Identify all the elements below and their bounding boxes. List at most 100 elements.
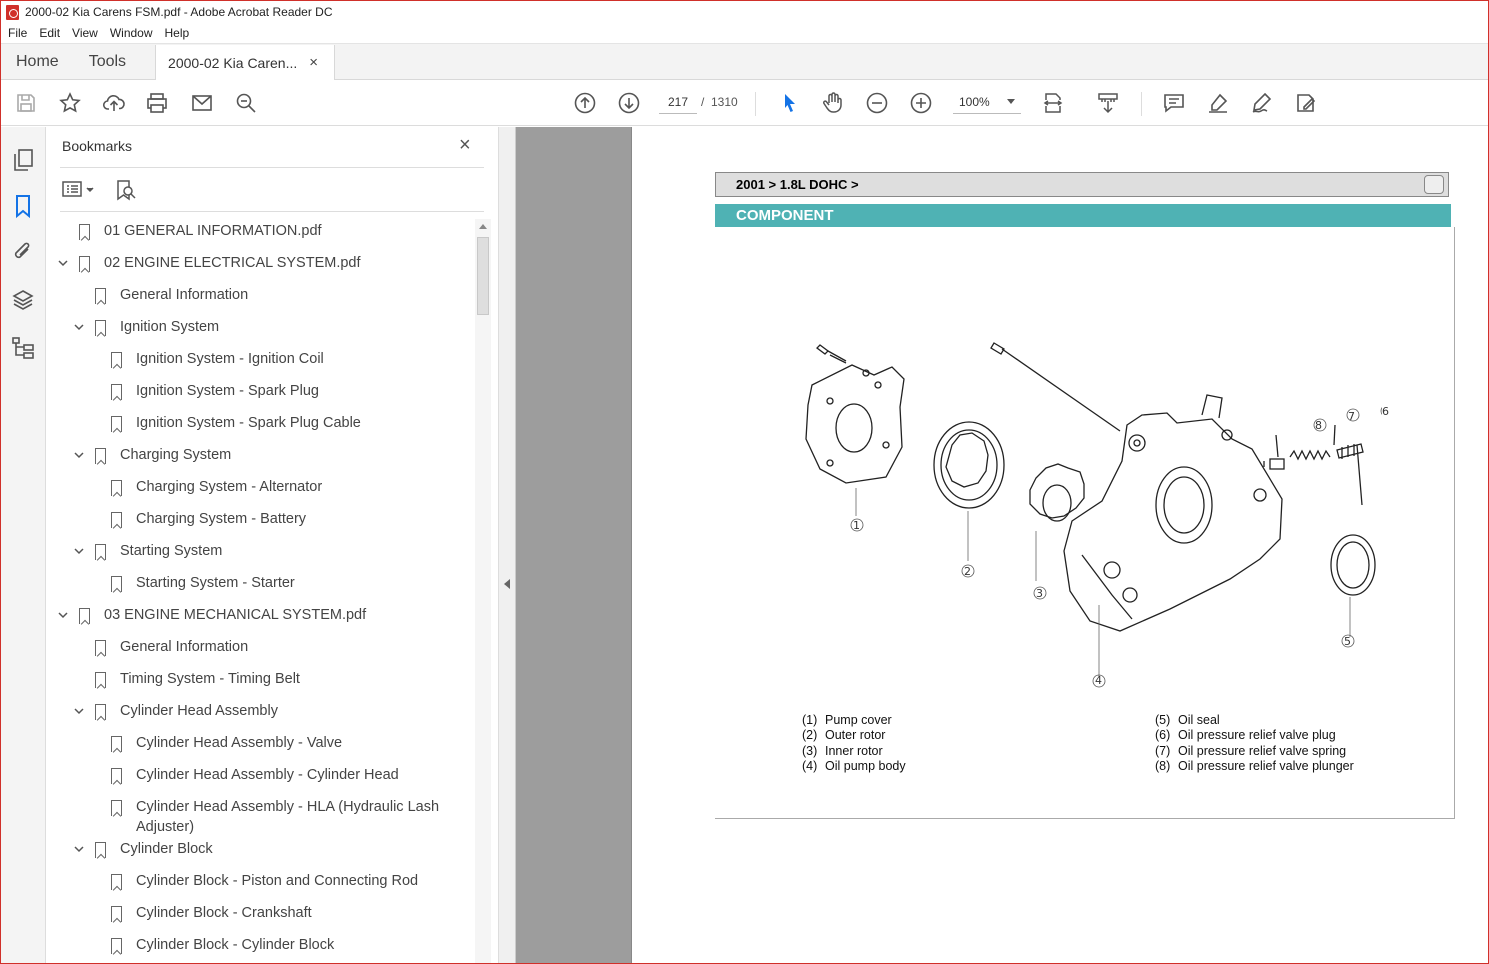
bookmarks-scrollbar[interactable] [475, 219, 491, 963]
chevron-down-icon[interactable] [73, 449, 85, 461]
bookmark-ribbon-icon [79, 224, 90, 240]
chevron-down-icon[interactable] [73, 545, 85, 557]
bookmark-item[interactable]: Cylinder Block - Cylinder Block [89, 937, 334, 955]
bookmark-item[interactable]: 02 ENGINE ELECTRICAL SYSTEM.pdf [57, 255, 361, 273]
bookmark-label: Charging System [120, 447, 232, 463]
highlight-icon[interactable] [1205, 90, 1231, 116]
panel-splitter[interactable] [499, 127, 516, 963]
tab-document[interactable]: 2000-02 Kia Caren... × [155, 45, 336, 80]
menu-view[interactable]: View [72, 26, 98, 40]
scroll-up-icon[interactable] [479, 224, 487, 229]
print-icon[interactable] [1424, 175, 1444, 194]
save-icon[interactable] [13, 90, 39, 116]
menu-window[interactable]: Window [110, 26, 153, 40]
callout-number: 8 [1315, 419, 1322, 432]
bookmark-label: Starting System - Starter [136, 575, 295, 591]
search-icon[interactable] [233, 90, 259, 116]
bookmark-item[interactable]: General Information [73, 287, 248, 305]
zoom-out-icon[interactable] [864, 90, 890, 116]
legend-item: (2) Outer rotor [802, 728, 886, 743]
attachment-icon[interactable] [10, 239, 36, 265]
pages-icon[interactable] [10, 147, 36, 173]
bookmark-item[interactable]: Cylinder Block [73, 841, 213, 859]
chevron-down-icon[interactable] [57, 257, 69, 269]
zoom-select[interactable]: 100% [953, 90, 1021, 114]
bookmark-item[interactable]: Charging System - Battery [89, 511, 306, 529]
comment-icon[interactable] [1161, 90, 1187, 116]
bookmark-item[interactable]: Charging System - Alternator [89, 479, 322, 497]
bookmark-item[interactable]: 01 GENERAL INFORMATION.pdf [57, 223, 322, 241]
bookmark-item[interactable]: Starting System - Starter [89, 575, 295, 593]
callout-number: 1 [853, 519, 860, 532]
section-header: COMPONENT [715, 204, 1451, 227]
bookmark-label: Ignition System - Ignition Coil [136, 351, 324, 367]
bookmark-item[interactable]: Cylinder Block - Crankshaft [89, 905, 312, 923]
next-page-icon[interactable] [616, 90, 642, 116]
bookmark-item[interactable]: Ignition System - Ignition Coil [89, 351, 324, 369]
tab-home[interactable]: Home [1, 44, 74, 79]
sign-icon[interactable] [1249, 90, 1275, 116]
bookmark-label: Ignition System - Spark Plug Cable [136, 415, 361, 431]
options-menu-icon[interactable] [62, 179, 96, 204]
prev-page-icon[interactable] [572, 90, 598, 116]
bookmark-item[interactable]: Cylinder Block - Piston and Connecting R… [89, 873, 418, 891]
mail-icon[interactable] [189, 90, 215, 116]
bookmark-label: Ignition System [120, 319, 220, 335]
left-rail [1, 127, 46, 963]
edit-pdf-icon[interactable] [1293, 90, 1319, 116]
star-icon[interactable] [57, 90, 83, 116]
menu-help[interactable]: Help [165, 26, 190, 40]
bookmark-item[interactable]: Ignition System [73, 319, 220, 337]
close-icon[interactable]: × [459, 134, 471, 157]
menu-edit[interactable]: Edit [39, 26, 60, 40]
structure-icon[interactable] [10, 335, 36, 361]
bookmark-item[interactable]: Charging System [73, 447, 232, 465]
scroll-mode-icon[interactable] [1095, 90, 1121, 116]
bookmark-ribbon-icon [111, 768, 122, 784]
print-icon[interactable] [144, 90, 170, 116]
breadcrumb: 2001 > 1.8L DOHC > [715, 172, 1449, 197]
bookmark-item[interactable]: Ignition System - Spark Plug Cable [89, 415, 361, 433]
layers-icon[interactable] [10, 287, 36, 313]
bookmark-ribbon-icon [95, 672, 106, 688]
chevron-down-icon[interactable] [73, 321, 85, 333]
find-bookmark-icon[interactable] [115, 179, 137, 206]
chevron-down-icon[interactable] [73, 705, 85, 717]
chevron-down-icon[interactable] [57, 609, 69, 621]
document-viewport[interactable]: 2001 > 1.8L DOHC > COMPONENT 1 2 3 4 5 6… [516, 127, 1488, 963]
legend-item: (6) Oil pressure relief valve plug [1155, 728, 1336, 743]
bookmark-ribbon-icon [95, 640, 106, 656]
legend-right: (5) Oil seal (6) Oil pressure relief valve… [1155, 713, 1354, 774]
hand-icon[interactable] [820, 90, 846, 116]
bookmark-item[interactable]: General Information [73, 639, 248, 657]
bookmark-item[interactable]: Cylinder Head Assembly - Cylinder Head [89, 767, 399, 785]
menu-file[interactable]: File [8, 26, 27, 40]
fit-page-icon[interactable] [1041, 90, 1067, 116]
acrobat-logo-icon [6, 4, 19, 20]
bookmark-item[interactable]: Cylinder Head Assembly [73, 703, 278, 721]
bookmark-item[interactable]: Cylinder Head Assembly - HLA (Hydraulic … [89, 799, 452, 837]
collapse-panel-icon[interactable] [504, 579, 510, 589]
scroll-thumb[interactable] [477, 237, 489, 315]
zoom-in-icon[interactable] [908, 90, 934, 116]
bookmark-item[interactable]: Cylinder Head Assembly - Valve [89, 735, 343, 753]
bookmark-item[interactable]: 03 ENGINE MECHANICAL SYSTEM.pdf [57, 607, 366, 625]
chevron-down-icon[interactable] [73, 843, 85, 855]
bookmark-label: Cylinder Head Assembly [120, 703, 278, 719]
bookmark-item[interactable]: Starting System [73, 543, 222, 561]
tab-close-icon[interactable]: × [309, 54, 318, 71]
page-number-input[interactable]: 217 [659, 90, 697, 114]
pdf-page: 2001 > 1.8L DOHC > COMPONENT 1 2 3 4 5 6… [631, 127, 1488, 963]
bookmark-label: Cylinder Head Assembly - Valve [136, 735, 343, 751]
bookmark-item[interactable]: Timing System - Timing Belt [73, 671, 300, 689]
bookmark-icon[interactable] [10, 193, 36, 219]
bookmark-item[interactable]: Ignition System - Spark Plug [89, 383, 319, 401]
select-arrow-icon[interactable] [776, 90, 802, 116]
tab-tools[interactable]: Tools [74, 44, 141, 79]
upload-icon[interactable] [101, 90, 127, 116]
